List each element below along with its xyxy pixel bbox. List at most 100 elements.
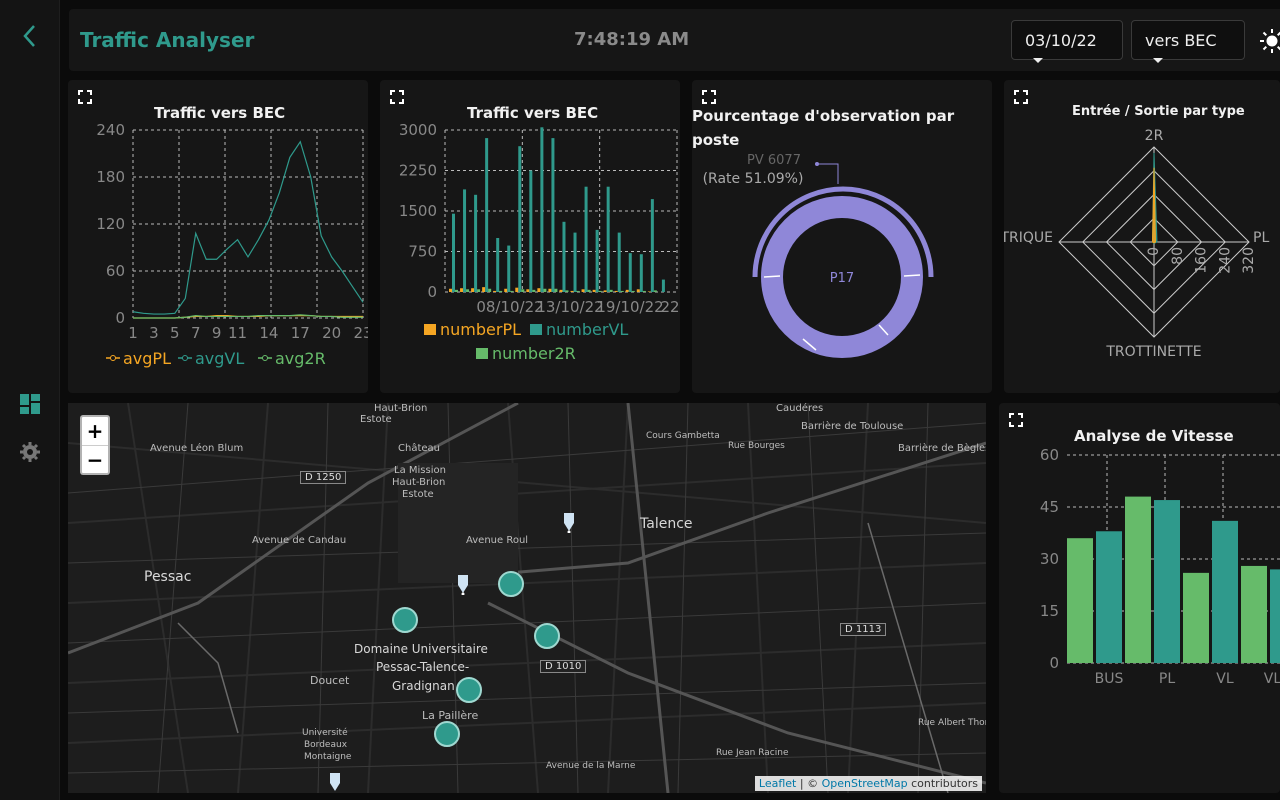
speed-bar bbox=[1154, 500, 1180, 663]
map-cluster-marker[interactable] bbox=[456, 677, 482, 703]
map-label: Talence bbox=[640, 516, 693, 532]
bar-numberPL bbox=[449, 288, 452, 292]
y-tick-label: 2250 bbox=[399, 162, 437, 180]
map-label: Bordeaux bbox=[304, 740, 348, 750]
legend-label: numberVL bbox=[546, 320, 628, 339]
radar-tick-label: 320 bbox=[1241, 247, 1257, 274]
bar-numberPL bbox=[482, 287, 486, 292]
speed-chart: 0 15 30 45 60 BUS PL VL VL EL bbox=[1040, 446, 1280, 687]
bar-numberVL bbox=[628, 253, 632, 292]
map-cluster-marker[interactable] bbox=[534, 623, 560, 649]
bar-numberPL bbox=[647, 291, 651, 292]
map-cluster-marker[interactable] bbox=[434, 721, 460, 747]
map-label: Barrière de Toulouse bbox=[801, 421, 904, 432]
radar-axis-label: TROTTINETTE bbox=[1105, 344, 1201, 360]
map-label: Cours Gambetta bbox=[646, 431, 720, 441]
date-select[interactable]: 03/10/22 bbox=[1011, 20, 1123, 63]
attribution-tail: contributors bbox=[907, 777, 978, 790]
bar-numberVL bbox=[518, 146, 522, 292]
bar-numberPL bbox=[603, 290, 607, 292]
bar-numberPL bbox=[614, 290, 618, 292]
leaflet-link[interactable]: Leaflet bbox=[759, 777, 796, 790]
bar-numberPL bbox=[570, 290, 574, 292]
bar-numberPL bbox=[493, 290, 497, 292]
y-tick-label: 0 bbox=[115, 309, 125, 327]
y-tick-label: 3000 bbox=[399, 121, 437, 139]
radar-tick-label: 160 bbox=[1194, 247, 1210, 274]
y-tick-label: 15 bbox=[1040, 602, 1059, 620]
map-label: La Mission bbox=[394, 465, 446, 476]
y-tick-label: 0 bbox=[427, 283, 437, 301]
y-tick-label: 60 bbox=[1040, 446, 1059, 464]
y-tick-label: 240 bbox=[96, 121, 125, 139]
bar-numberVL bbox=[452, 213, 455, 292]
legend-label: avg2R bbox=[275, 349, 326, 368]
radar-axis-label: PL bbox=[1253, 230, 1269, 246]
bar-numberVL bbox=[463, 189, 467, 292]
radar-axis-label: 2R bbox=[1145, 128, 1164, 144]
map-pin-icon[interactable] bbox=[456, 575, 470, 595]
bar-numberPL bbox=[581, 289, 585, 292]
map-cluster-marker[interactable] bbox=[392, 607, 418, 633]
back-icon[interactable] bbox=[18, 22, 42, 50]
bar-number2R bbox=[521, 289, 525, 292]
map-label: Rue Bourges bbox=[728, 441, 785, 451]
attribution-separator: | © bbox=[796, 777, 822, 790]
map-attribution: Leaflet | © OpenStreetMap contributors bbox=[754, 776, 982, 791]
direction-select[interactable]: vers BEC bbox=[1131, 20, 1245, 63]
map-pin-icon[interactable] bbox=[562, 513, 576, 533]
bar-number2R bbox=[576, 290, 580, 292]
map-label: Haut-Brion bbox=[374, 403, 428, 414]
bar-numberPL bbox=[559, 289, 563, 292]
x-tick-label: 1 bbox=[128, 324, 138, 342]
bar-chart: 0 750 1500 2250 3000 08/10/2213/10/2219/10/22… bbox=[399, 121, 680, 363]
x-tick-label: 3 bbox=[149, 324, 159, 342]
osm-link[interactable]: OpenStreetMap bbox=[822, 777, 908, 790]
y-tick-label: 60 bbox=[106, 262, 125, 280]
bar-number2R bbox=[455, 289, 458, 292]
bar-number2R bbox=[598, 290, 602, 292]
map-label: Université bbox=[302, 728, 348, 738]
dashboard-icon[interactable] bbox=[20, 394, 40, 414]
y-tick-label: 0 bbox=[1049, 654, 1059, 672]
legend-marker bbox=[110, 355, 116, 361]
bar-number2R bbox=[620, 290, 624, 292]
map-label: Pessac-Talence- bbox=[376, 660, 470, 674]
clock: 7:48:19 AM bbox=[574, 29, 690, 50]
radar-tick-label: 240 bbox=[1217, 247, 1233, 274]
map[interactable]: + − Pessac Talence Domaine Universitaire… bbox=[68, 403, 986, 793]
zoom-in-button[interactable]: + bbox=[82, 417, 108, 446]
bar-number2R bbox=[642, 290, 646, 292]
bar-numberVL bbox=[617, 232, 621, 292]
zoom-out-button[interactable]: − bbox=[82, 446, 108, 475]
speed-bar bbox=[1067, 538, 1093, 663]
x-tick-label: 11 bbox=[228, 324, 247, 342]
bar-numberPL bbox=[548, 288, 552, 292]
map-label: Avenue de Candau bbox=[252, 535, 347, 546]
map-label: Montaigne bbox=[304, 752, 352, 762]
x-tick-label: BUS bbox=[1095, 671, 1124, 687]
map-pin-icon[interactable] bbox=[328, 773, 342, 793]
bar-numberPL bbox=[515, 287, 519, 292]
donut-rate-label: (Rate 51.09%) bbox=[703, 171, 804, 187]
bar-number2R bbox=[653, 290, 657, 292]
map-label: Haut-Brion bbox=[392, 477, 446, 488]
speed-bar bbox=[1212, 520, 1238, 663]
bar-numberVL bbox=[529, 170, 533, 292]
series-line-avgVL bbox=[132, 140, 364, 315]
speed-bar bbox=[1096, 531, 1122, 663]
zoom-control: + − bbox=[80, 415, 110, 475]
legend-marker bbox=[262, 355, 268, 361]
bar-number2R bbox=[477, 289, 481, 292]
y-tick-label: 1500 bbox=[399, 202, 437, 220]
bar-number2R bbox=[631, 290, 635, 292]
x-tick-label: 7 bbox=[191, 324, 201, 342]
x-tick-label: VL bbox=[1216, 671, 1234, 687]
sun-icon[interactable] bbox=[1259, 28, 1280, 54]
donut-chart-card: Pourcentage d'observation par poste P17 … bbox=[692, 80, 992, 393]
legend-swatch bbox=[476, 348, 488, 359]
donut-chart: P17 PV 6077 (Rate 51.09%) bbox=[703, 153, 934, 358]
gear-icon[interactable] bbox=[19, 441, 41, 463]
map-cluster-marker[interactable] bbox=[498, 571, 524, 597]
bar-number2R bbox=[466, 289, 470, 292]
